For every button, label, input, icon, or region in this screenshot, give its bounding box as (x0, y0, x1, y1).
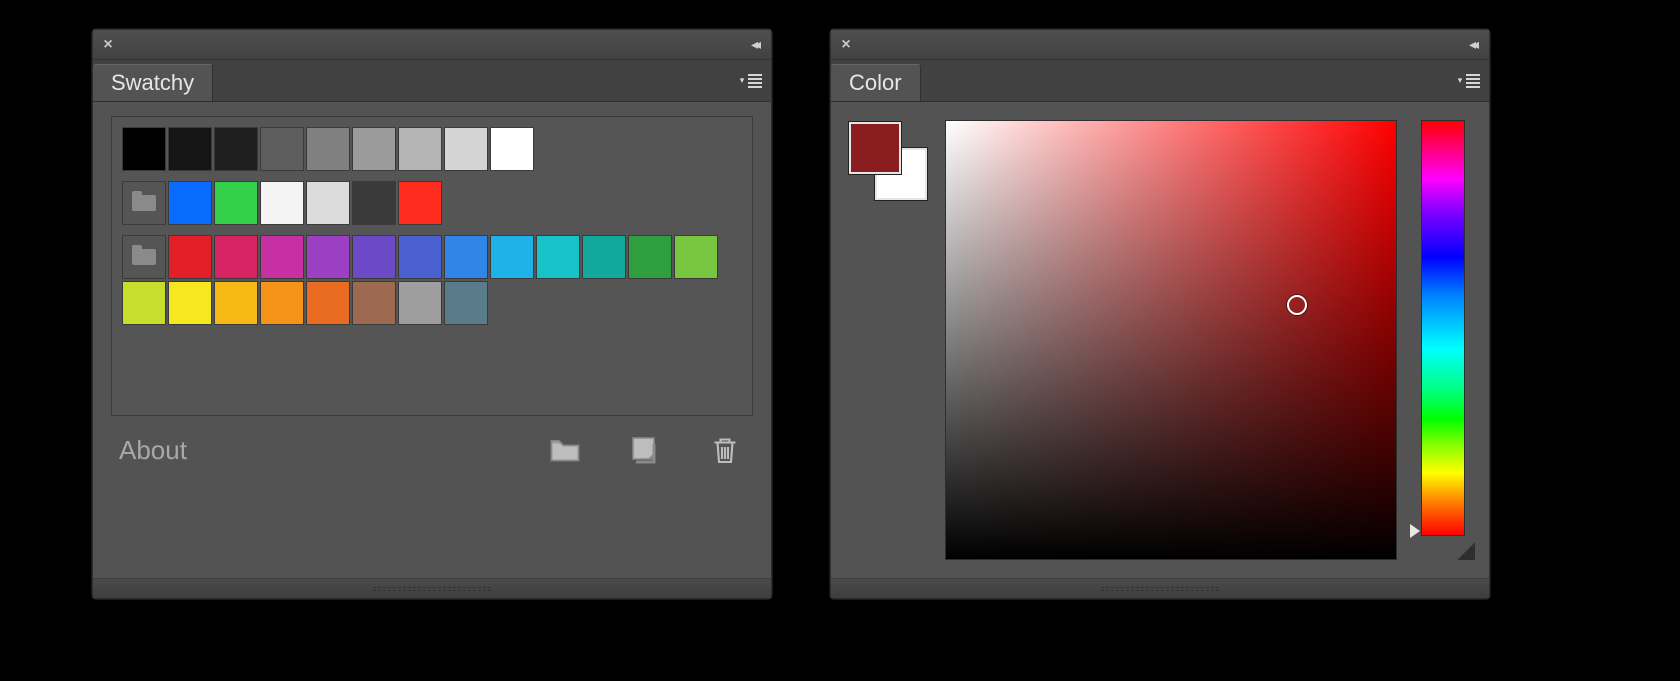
hue-pointer-icon (1410, 524, 1420, 538)
delete-button[interactable] (705, 430, 745, 470)
resize-grip-icon[interactable] (1457, 542, 1475, 560)
color-swatch[interactable] (536, 235, 580, 279)
color-swatch[interactable] (398, 281, 442, 325)
color-swatch[interactable] (490, 235, 534, 279)
swatch-area (111, 116, 753, 416)
color-swatch[interactable] (398, 235, 442, 279)
color-swatch[interactable] (214, 235, 258, 279)
color-swatch[interactable] (398, 127, 442, 171)
resize-grip-icon[interactable] (1100, 586, 1220, 592)
color-swatch[interactable] (306, 281, 350, 325)
close-icon[interactable]: × (93, 30, 123, 60)
swatch-row (122, 235, 742, 279)
panel-menu-button[interactable]: ▾ (1449, 60, 1489, 101)
fg-bg-color-stack (849, 122, 927, 200)
collapse-icon[interactable]: ◂◂ (1455, 30, 1489, 60)
swatchy-panel: × ◂◂ Swatchy ▾ About (92, 29, 772, 599)
tab-swatchy[interactable]: Swatchy (93, 64, 213, 101)
saturation-value-field[interactable] (945, 120, 1397, 560)
color-swatch[interactable] (122, 281, 166, 325)
panel-titlebar[interactable]: × ◂◂ (831, 30, 1489, 60)
color-swatch[interactable] (306, 181, 350, 225)
swatch-folder-icon[interactable] (122, 181, 166, 225)
color-swatch[interactable] (168, 127, 212, 171)
color-swatch[interactable] (490, 127, 534, 171)
color-swatch[interactable] (352, 281, 396, 325)
color-swatch[interactable] (398, 181, 442, 225)
color-swatch[interactable] (168, 235, 212, 279)
color-swatch[interactable] (444, 235, 488, 279)
color-swatch[interactable] (352, 181, 396, 225)
panel-tabbar: Swatchy ▾ (93, 60, 771, 102)
menu-lines-icon (1466, 74, 1480, 88)
panel-titlebar[interactable]: × ◂◂ (93, 30, 771, 60)
dropdown-triangle-icon: ▾ (1458, 75, 1463, 86)
tab-label: Swatchy (111, 70, 194, 96)
collapse-icon[interactable]: ◂◂ (737, 30, 771, 60)
color-swatch[interactable] (260, 235, 304, 279)
color-swatch[interactable] (168, 281, 212, 325)
color-swatch[interactable] (306, 127, 350, 171)
color-panel: × ◂◂ Color ▾ (830, 29, 1490, 599)
color-swatch[interactable] (674, 235, 718, 279)
color-swatch[interactable] (260, 127, 304, 171)
color-swatch[interactable] (352, 127, 396, 171)
resize-grip-icon[interactable] (372, 586, 492, 592)
tab-label: Color (849, 70, 902, 96)
color-swatch[interactable] (122, 127, 166, 171)
color-swatch[interactable] (214, 281, 258, 325)
color-swatch[interactable] (352, 235, 396, 279)
foreground-color-chip[interactable] (849, 122, 901, 174)
panel-tabbar: Color ▾ (831, 60, 1489, 102)
about-link[interactable]: About (119, 435, 187, 466)
new-swatch-button[interactable] (625, 430, 665, 470)
swatch-row (122, 181, 742, 225)
panel-footer (831, 578, 1489, 598)
hue-slider[interactable] (1421, 120, 1465, 536)
new-folder-button[interactable] (545, 430, 585, 470)
color-swatch[interactable] (214, 127, 258, 171)
dropdown-triangle-icon: ▾ (740, 75, 745, 86)
swatch-row (122, 127, 742, 171)
color-swatch[interactable] (260, 181, 304, 225)
panel-footer (93, 578, 771, 598)
color-swatch[interactable] (444, 127, 488, 171)
close-icon[interactable]: × (831, 30, 861, 60)
color-swatch[interactable] (260, 281, 304, 325)
color-swatch[interactable] (168, 181, 212, 225)
panel-menu-button[interactable]: ▾ (731, 60, 771, 101)
menu-lines-icon (748, 74, 762, 88)
color-swatch[interactable] (444, 281, 488, 325)
swatch-row (122, 281, 742, 325)
tab-color[interactable]: Color (831, 64, 921, 101)
color-swatch[interactable] (214, 181, 258, 225)
swatch-folder-icon[interactable] (122, 235, 166, 279)
color-swatch[interactable] (628, 235, 672, 279)
color-swatch[interactable] (582, 235, 626, 279)
color-swatch[interactable] (306, 235, 350, 279)
